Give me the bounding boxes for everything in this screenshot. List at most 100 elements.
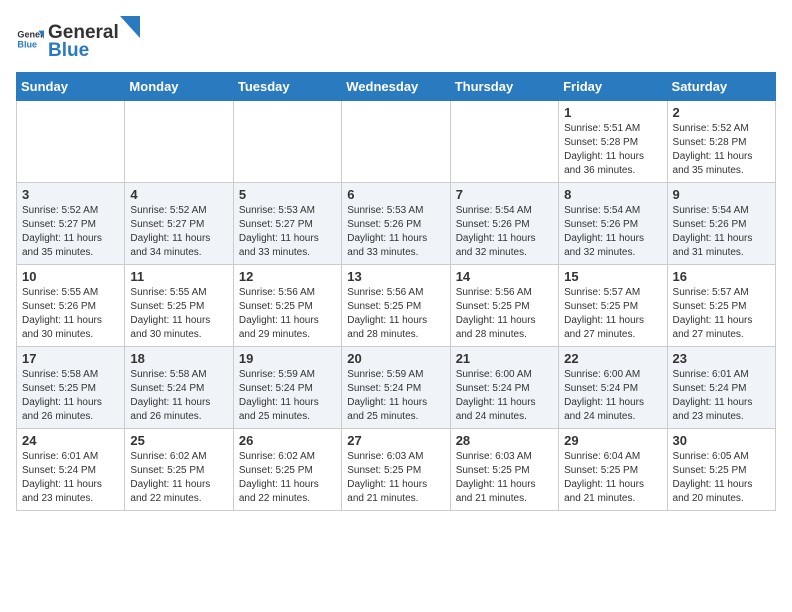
day-info: Sunrise: 6:02 AM Sunset: 5:25 PM Dayligh… — [130, 450, 227, 506]
calendar-cell: 30 Sunrise: 6:05 AM Sunset: 5:25 PM Dayli… — [667, 429, 775, 511]
day-number: 25 — [130, 433, 227, 448]
day-number: 7 — [456, 187, 553, 202]
calendar-cell: 20 Sunrise: 5:59 AM Sunset: 5:24 PM Dayli… — [342, 347, 450, 429]
calendar-cell — [17, 101, 125, 183]
day-number: 21 — [456, 351, 553, 366]
calendar-cell: 2 Sunrise: 5:52 AM Sunset: 5:28 PM Daylig… — [667, 101, 775, 183]
day-info: Sunrise: 5:54 AM Sunset: 5:26 PM Dayligh… — [456, 204, 553, 260]
calendar-cell: 29 Sunrise: 6:04 AM Sunset: 5:25 PM Dayli… — [559, 429, 667, 511]
calendar-header-row: SundayMondayTuesdayWednesdayThursdayFrid… — [17, 73, 776, 101]
day-info: Sunrise: 5:58 AM Sunset: 5:25 PM Dayligh… — [22, 368, 119, 424]
calendar-cell: 8 Sunrise: 5:54 AM Sunset: 5:26 PM Daylig… — [559, 183, 667, 265]
day-info: Sunrise: 5:52 AM Sunset: 5:27 PM Dayligh… — [22, 204, 119, 260]
calendar-cell: 27 Sunrise: 6:03 AM Sunset: 5:25 PM Dayli… — [342, 429, 450, 511]
calendar-cell: 7 Sunrise: 5:54 AM Sunset: 5:26 PM Daylig… — [450, 183, 558, 265]
day-info: Sunrise: 6:03 AM Sunset: 5:25 PM Dayligh… — [347, 450, 444, 506]
day-number: 17 — [22, 351, 119, 366]
day-info: Sunrise: 6:03 AM Sunset: 5:25 PM Dayligh… — [456, 450, 553, 506]
day-info: Sunrise: 5:56 AM Sunset: 5:25 PM Dayligh… — [456, 286, 553, 342]
day-info: Sunrise: 5:55 AM Sunset: 5:26 PM Dayligh… — [22, 286, 119, 342]
day-number: 4 — [130, 187, 227, 202]
day-number: 1 — [564, 105, 661, 120]
day-number: 6 — [347, 187, 444, 202]
day-info: Sunrise: 5:52 AM Sunset: 5:28 PM Dayligh… — [673, 122, 770, 178]
day-info: Sunrise: 5:55 AM Sunset: 5:25 PM Dayligh… — [130, 286, 227, 342]
day-number: 15 — [564, 269, 661, 284]
day-number: 22 — [564, 351, 661, 366]
calendar-cell: 13 Sunrise: 5:56 AM Sunset: 5:25 PM Dayli… — [342, 265, 450, 347]
header-wednesday: Wednesday — [342, 73, 450, 101]
calendar-cell: 14 Sunrise: 5:56 AM Sunset: 5:25 PM Dayli… — [450, 265, 558, 347]
day-number: 23 — [673, 351, 770, 366]
svg-text:Blue: Blue — [17, 39, 37, 49]
header-friday: Friday — [559, 73, 667, 101]
day-info: Sunrise: 5:56 AM Sunset: 5:25 PM Dayligh… — [347, 286, 444, 342]
calendar-week-5: 24Sunrise: 6:01 AM Sunset: 5:24 PM Dayli… — [17, 429, 776, 511]
calendar-week-2: 3 Sunrise: 5:52 AM Sunset: 5:27 PM Daylig… — [17, 183, 776, 265]
day-number: 2 — [673, 105, 770, 120]
calendar-week-4: 17 Sunrise: 5:58 AM Sunset: 5:25 PM Dayli… — [17, 347, 776, 429]
day-info: Sunrise: 6:05 AM Sunset: 5:25 PM Dayligh… — [673, 450, 770, 506]
day-info: Sunrise: 6:04 AM Sunset: 5:25 PM Dayligh… — [564, 450, 661, 506]
page-header: General Blue General Blue — [16, 16, 776, 62]
calendar-cell: 12Sunrise: 5:56 AM Sunset: 5:25 PM Dayli… — [233, 265, 341, 347]
calendar-cell — [450, 101, 558, 183]
day-number: 16 — [673, 269, 770, 284]
day-info: Sunrise: 5:51 AM Sunset: 5:28 PM Dayligh… — [564, 122, 661, 178]
day-info: Sunrise: 5:54 AM Sunset: 5:26 PM Dayligh… — [673, 204, 770, 260]
calendar-cell: 4Sunrise: 5:52 AM Sunset: 5:27 PM Daylig… — [125, 183, 233, 265]
day-info: Sunrise: 5:57 AM Sunset: 5:25 PM Dayligh… — [673, 286, 770, 342]
day-info: Sunrise: 5:57 AM Sunset: 5:25 PM Dayligh… — [564, 286, 661, 342]
logo-icon: General Blue — [16, 25, 44, 53]
calendar-cell: 3 Sunrise: 5:52 AM Sunset: 5:27 PM Daylig… — [17, 183, 125, 265]
calendar-cell: 1 Sunrise: 5:51 AM Sunset: 5:28 PM Daylig… — [559, 101, 667, 183]
calendar-cell: 10Sunrise: 5:55 AM Sunset: 5:26 PM Dayli… — [17, 265, 125, 347]
calendar-cell: 21 Sunrise: 6:00 AM Sunset: 5:24 PM Dayli… — [450, 347, 558, 429]
day-number: 20 — [347, 351, 444, 366]
calendar-cell: 17 Sunrise: 5:58 AM Sunset: 5:25 PM Dayli… — [17, 347, 125, 429]
calendar-cell: 6 Sunrise: 5:53 AM Sunset: 5:26 PM Daylig… — [342, 183, 450, 265]
calendar-cell: 23 Sunrise: 6:01 AM Sunset: 5:24 PM Dayli… — [667, 347, 775, 429]
calendar-cell — [342, 101, 450, 183]
header-thursday: Thursday — [450, 73, 558, 101]
day-info: Sunrise: 5:59 AM Sunset: 5:24 PM Dayligh… — [239, 368, 336, 424]
day-number: 5 — [239, 187, 336, 202]
calendar-cell: 19 Sunrise: 5:59 AM Sunset: 5:24 PM Dayli… — [233, 347, 341, 429]
day-number: 8 — [564, 187, 661, 202]
calendar-cell: 16 Sunrise: 5:57 AM Sunset: 5:25 PM Dayli… — [667, 265, 775, 347]
day-number: 13 — [347, 269, 444, 284]
day-info: Sunrise: 5:59 AM Sunset: 5:24 PM Dayligh… — [347, 368, 444, 424]
day-number: 30 — [673, 433, 770, 448]
calendar-cell: 28 Sunrise: 6:03 AM Sunset: 5:25 PM Dayli… — [450, 429, 558, 511]
calendar-cell: 11 Sunrise: 5:55 AM Sunset: 5:25 PM Dayli… — [125, 265, 233, 347]
day-number: 29 — [564, 433, 661, 448]
calendar-cell: 9Sunrise: 5:54 AM Sunset: 5:26 PM Daylig… — [667, 183, 775, 265]
day-info: Sunrise: 6:00 AM Sunset: 5:24 PM Dayligh… — [456, 368, 553, 424]
day-info: Sunrise: 5:54 AM Sunset: 5:26 PM Dayligh… — [564, 204, 661, 260]
calendar-table: SundayMondayTuesdayWednesdayThursdayFrid… — [16, 72, 776, 511]
day-info: Sunrise: 6:01 AM Sunset: 5:24 PM Dayligh… — [673, 368, 770, 424]
calendar-cell — [125, 101, 233, 183]
calendar-cell: 25 Sunrise: 6:02 AM Sunset: 5:25 PM Dayli… — [125, 429, 233, 511]
day-info: Sunrise: 5:53 AM Sunset: 5:27 PM Dayligh… — [239, 204, 336, 260]
day-info: Sunrise: 6:00 AM Sunset: 5:24 PM Dayligh… — [564, 368, 661, 424]
day-number: 24 — [22, 433, 119, 448]
calendar-week-1: 1 Sunrise: 5:51 AM Sunset: 5:28 PM Daylig… — [17, 101, 776, 183]
day-number: 27 — [347, 433, 444, 448]
calendar-cell — [233, 101, 341, 183]
day-info: Sunrise: 6:02 AM Sunset: 5:25 PM Dayligh… — [239, 450, 336, 506]
header-monday: Monday — [125, 73, 233, 101]
day-number: 14 — [456, 269, 553, 284]
day-info: Sunrise: 5:58 AM Sunset: 5:24 PM Dayligh… — [130, 368, 227, 424]
day-info: Sunrise: 5:53 AM Sunset: 5:26 PM Dayligh… — [347, 204, 444, 260]
day-number: 28 — [456, 433, 553, 448]
header-sunday: Sunday — [17, 73, 125, 101]
calendar-week-3: 10Sunrise: 5:55 AM Sunset: 5:26 PM Dayli… — [17, 265, 776, 347]
calendar-cell: 24Sunrise: 6:01 AM Sunset: 5:24 PM Dayli… — [17, 429, 125, 511]
calendar-cell: 15 Sunrise: 5:57 AM Sunset: 5:25 PM Dayli… — [559, 265, 667, 347]
day-number: 3 — [22, 187, 119, 202]
day-number: 12 — [239, 269, 336, 284]
day-number: 11 — [130, 269, 227, 284]
calendar-cell: 5 Sunrise: 5:53 AM Sunset: 5:27 PM Daylig… — [233, 183, 341, 265]
day-number: 19 — [239, 351, 336, 366]
